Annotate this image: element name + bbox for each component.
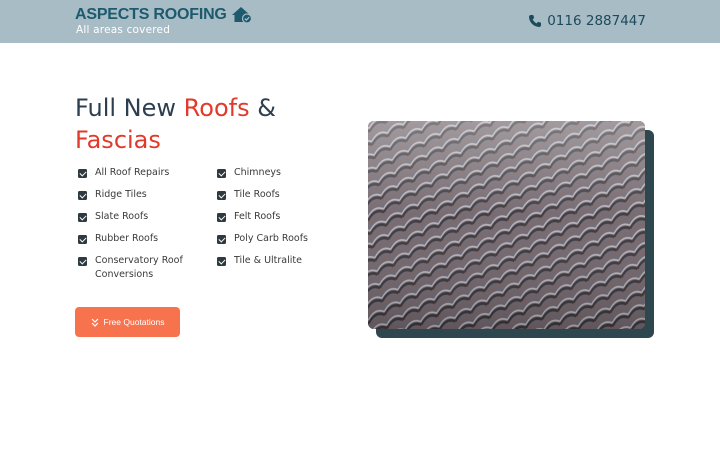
roof-tiles-photo [368,121,645,329]
feature-item: Felt Roofs [217,210,337,224]
checkbox-icon [78,169,87,178]
phone-icon [528,14,542,28]
tagline: All areas covered [76,24,171,36]
logo-text: ASPECTS ROOFING [75,6,227,23]
free-quotations-button[interactable]: Free Quotations [75,307,180,337]
feature-item: All Roof Repairs [78,166,217,180]
feature-item: Ridge Tiles [78,188,217,202]
cta-label: Free Quotations [103,317,165,327]
phone-link[interactable]: 0116 2887447 [528,13,646,29]
headline-accent-roofs: Roofs [183,94,250,122]
headline-accent-fascias: Fascias [75,126,161,154]
checkbox-icon [78,191,87,200]
page-headline: Full New Roofs & Fascias [75,92,335,156]
feature-item: Poly Carb Roofs [217,232,337,246]
checkbox-icon [78,235,87,244]
phone-number: 0116 2887447 [547,13,646,29]
checkbox-icon [217,191,226,200]
house-check-icon [231,6,253,24]
feature-item: Conservatory Roof Conversions [78,254,217,282]
checkbox-icon [78,257,87,266]
feature-item: Chimneys [217,166,337,180]
feature-list: All Roof Repairs Chimneys Ridge Tiles Ti… [78,166,337,282]
headline-text-1: Full New [75,94,184,122]
feature-item: Rubber Roofs [78,232,217,246]
double-chevron-down-icon [91,318,99,327]
site-logo[interactable]: ASPECTS ROOFING [75,6,253,24]
checkbox-icon [217,235,226,244]
feature-item: Tile Roofs [217,188,337,202]
checkbox-icon [217,169,226,178]
checkbox-icon [217,213,226,222]
checkbox-icon [217,257,226,266]
checkbox-icon [78,213,87,222]
feature-item: Tile & Ultralite [217,254,337,282]
headline-text-2: & [249,94,276,122]
feature-item: Slate Roofs [78,210,217,224]
top-header-bar: ASPECTS ROOFING All areas covered 0116 2… [0,0,720,43]
